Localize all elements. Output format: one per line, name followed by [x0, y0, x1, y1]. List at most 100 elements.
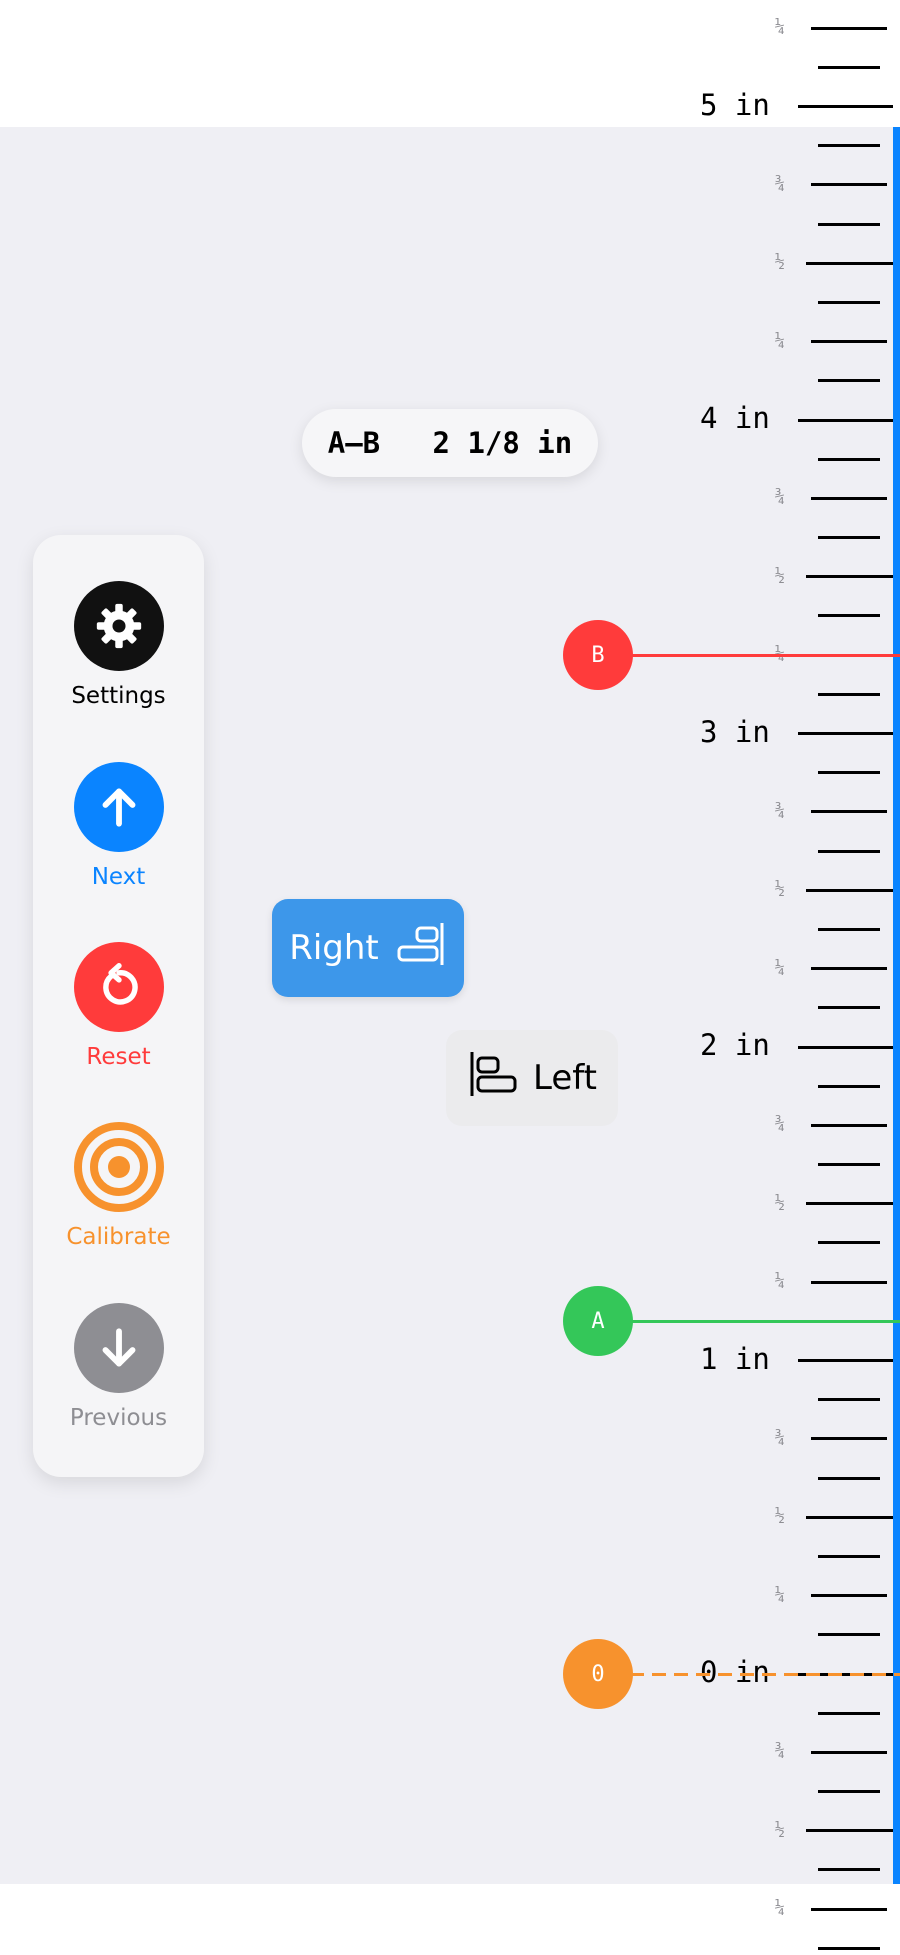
ruler-tick: [811, 496, 887, 500]
ruler-tick: [806, 575, 893, 579]
ruler-inch-label: 4 in: [700, 401, 770, 435]
next-label: Next: [91, 864, 146, 890]
next-button[interactable]: Next: [33, 762, 204, 922]
ruler-tick: [818, 222, 880, 226]
ruler-tick: [811, 967, 887, 971]
ruler-fraction-label: ¼: [774, 957, 785, 978]
align-left-icon: [467, 1049, 519, 1108]
ruler-tick: [818, 300, 880, 304]
ruler-tick: [811, 340, 887, 344]
ruler-tick: [811, 1594, 887, 1598]
previous-label: Previous: [69, 1405, 168, 1431]
ruler-tick: [818, 1084, 880, 1088]
ruler-fraction-label: ¾: [774, 800, 785, 821]
ruler-tick: [818, 65, 880, 69]
ruler-fraction-label: ¾: [774, 1114, 785, 1135]
ruler-fraction-label: ½: [774, 1819, 785, 1840]
ruler-fraction-label: ¾: [774, 487, 785, 508]
align-right-button[interactable]: Right: [272, 899, 464, 997]
ruler-fraction-label: ¼: [774, 17, 785, 38]
align-right-icon: [395, 920, 447, 977]
ruler-tick: [818, 1398, 880, 1402]
ruler-tick: [818, 379, 880, 383]
ruler-edge-bar: [893, 127, 900, 1884]
measurement-readout: A–B 2 1/8 in: [302, 409, 598, 477]
marker-zero-handle[interactable]: 0: [563, 1639, 633, 1709]
tool-panel: Settings Next Reset Calibrate Previous: [33, 535, 204, 1477]
ruler-tick: [818, 457, 880, 461]
marker-a-handle[interactable]: A: [563, 1286, 633, 1357]
ruler-tick: [811, 1907, 887, 1911]
ruler-tick: [818, 1476, 880, 1480]
ruler-tick: [818, 1711, 880, 1715]
ruler-tick: [811, 183, 887, 187]
ruler-tick: [811, 810, 887, 814]
ruler-tick: [818, 1006, 880, 1010]
ruler-fraction-label: ¼: [774, 1584, 785, 1605]
marker-a-line: [630, 1319, 900, 1323]
ruler-inch-label: 1 in: [700, 1341, 770, 1376]
ruler-inch-label: 2 in: [700, 1028, 770, 1062]
ruler-tick: [798, 105, 893, 108]
ruler-tick: [818, 1790, 880, 1794]
calibrate-button[interactable]: Calibrate: [33, 1122, 204, 1282]
ruler-tick: [806, 888, 893, 892]
ruler-tick: [798, 732, 893, 735]
ruler-tick: [818, 1633, 880, 1637]
ruler-tick: [798, 418, 893, 422]
ruler-tick: [818, 1868, 880, 1872]
marker-b-handle[interactable]: B: [563, 620, 633, 691]
settings-button[interactable]: Settings: [33, 581, 204, 741]
ruler-inch-label: 3 in: [700, 714, 770, 749]
ruler-tick: [818, 771, 880, 775]
target-icon: [73, 1122, 164, 1212]
arrow-up-icon: [73, 762, 164, 852]
align-right-label: Right: [289, 928, 379, 968]
ruler-tick: [811, 1750, 887, 1754]
ruler-tick: [818, 614, 880, 618]
gear-icon: [73, 581, 164, 671]
measurement-value: 2 1/8 in: [432, 426, 573, 460]
reset-label: Reset: [86, 1044, 151, 1070]
previous-button[interactable]: Previous: [33, 1303, 204, 1463]
arrow-down-icon: [73, 1303, 164, 1393]
settings-label: Settings: [71, 683, 166, 709]
align-left-label: Left: [533, 1058, 597, 1098]
align-left-button[interactable]: Left: [446, 1030, 618, 1126]
ruler-tick: [818, 692, 880, 696]
ruler-tick: [818, 1241, 880, 1245]
calibrate-label: Calibrate: [66, 1224, 171, 1250]
reset-button[interactable]: Reset: [33, 942, 204, 1102]
ruler-fraction-label: ½: [774, 879, 785, 900]
ruler-tick: [818, 849, 880, 853]
ruler-fraction-label: ¼: [774, 330, 785, 351]
marker-b-line: [630, 653, 900, 657]
ruler-fraction-label: ¾: [774, 1427, 785, 1448]
ruler-fraction-label: ¼: [774, 1898, 785, 1919]
ruler-fraction-label: ½: [774, 252, 785, 273]
ruler-tick: [811, 26, 887, 30]
ruler-tick: [798, 1359, 893, 1362]
ruler-fraction-label: ¾: [774, 1741, 785, 1762]
ruler-tick: [806, 1202, 893, 1206]
ruler-tick: [818, 1163, 880, 1167]
ruler-tick: [818, 144, 880, 148]
ruler-tick: [811, 1437, 887, 1441]
ruler-tick: [818, 1554, 880, 1558]
ruler-fraction-label: ¼: [774, 1271, 785, 1292]
marker-zero-line: [630, 1672, 900, 1676]
ruler-tick: [811, 1280, 887, 1284]
ruler-fraction-label: ¾: [774, 173, 785, 194]
ruler-tick: [806, 1515, 893, 1519]
ruler-tick: [818, 1946, 880, 1950]
ruler-inch-label: 5 in: [700, 87, 770, 122]
ruler-tick: [811, 1123, 887, 1127]
ruler-tick: [806, 261, 893, 265]
ruler-tick: [798, 1045, 893, 1049]
ruler-fraction-label: ½: [774, 1506, 785, 1527]
reset-icon: [73, 942, 164, 1032]
ruler-fraction-label: ½: [774, 1192, 785, 1213]
ruler-tick: [818, 536, 880, 540]
measurement-label: A–B: [327, 426, 381, 460]
ruler-tick: [818, 927, 880, 931]
